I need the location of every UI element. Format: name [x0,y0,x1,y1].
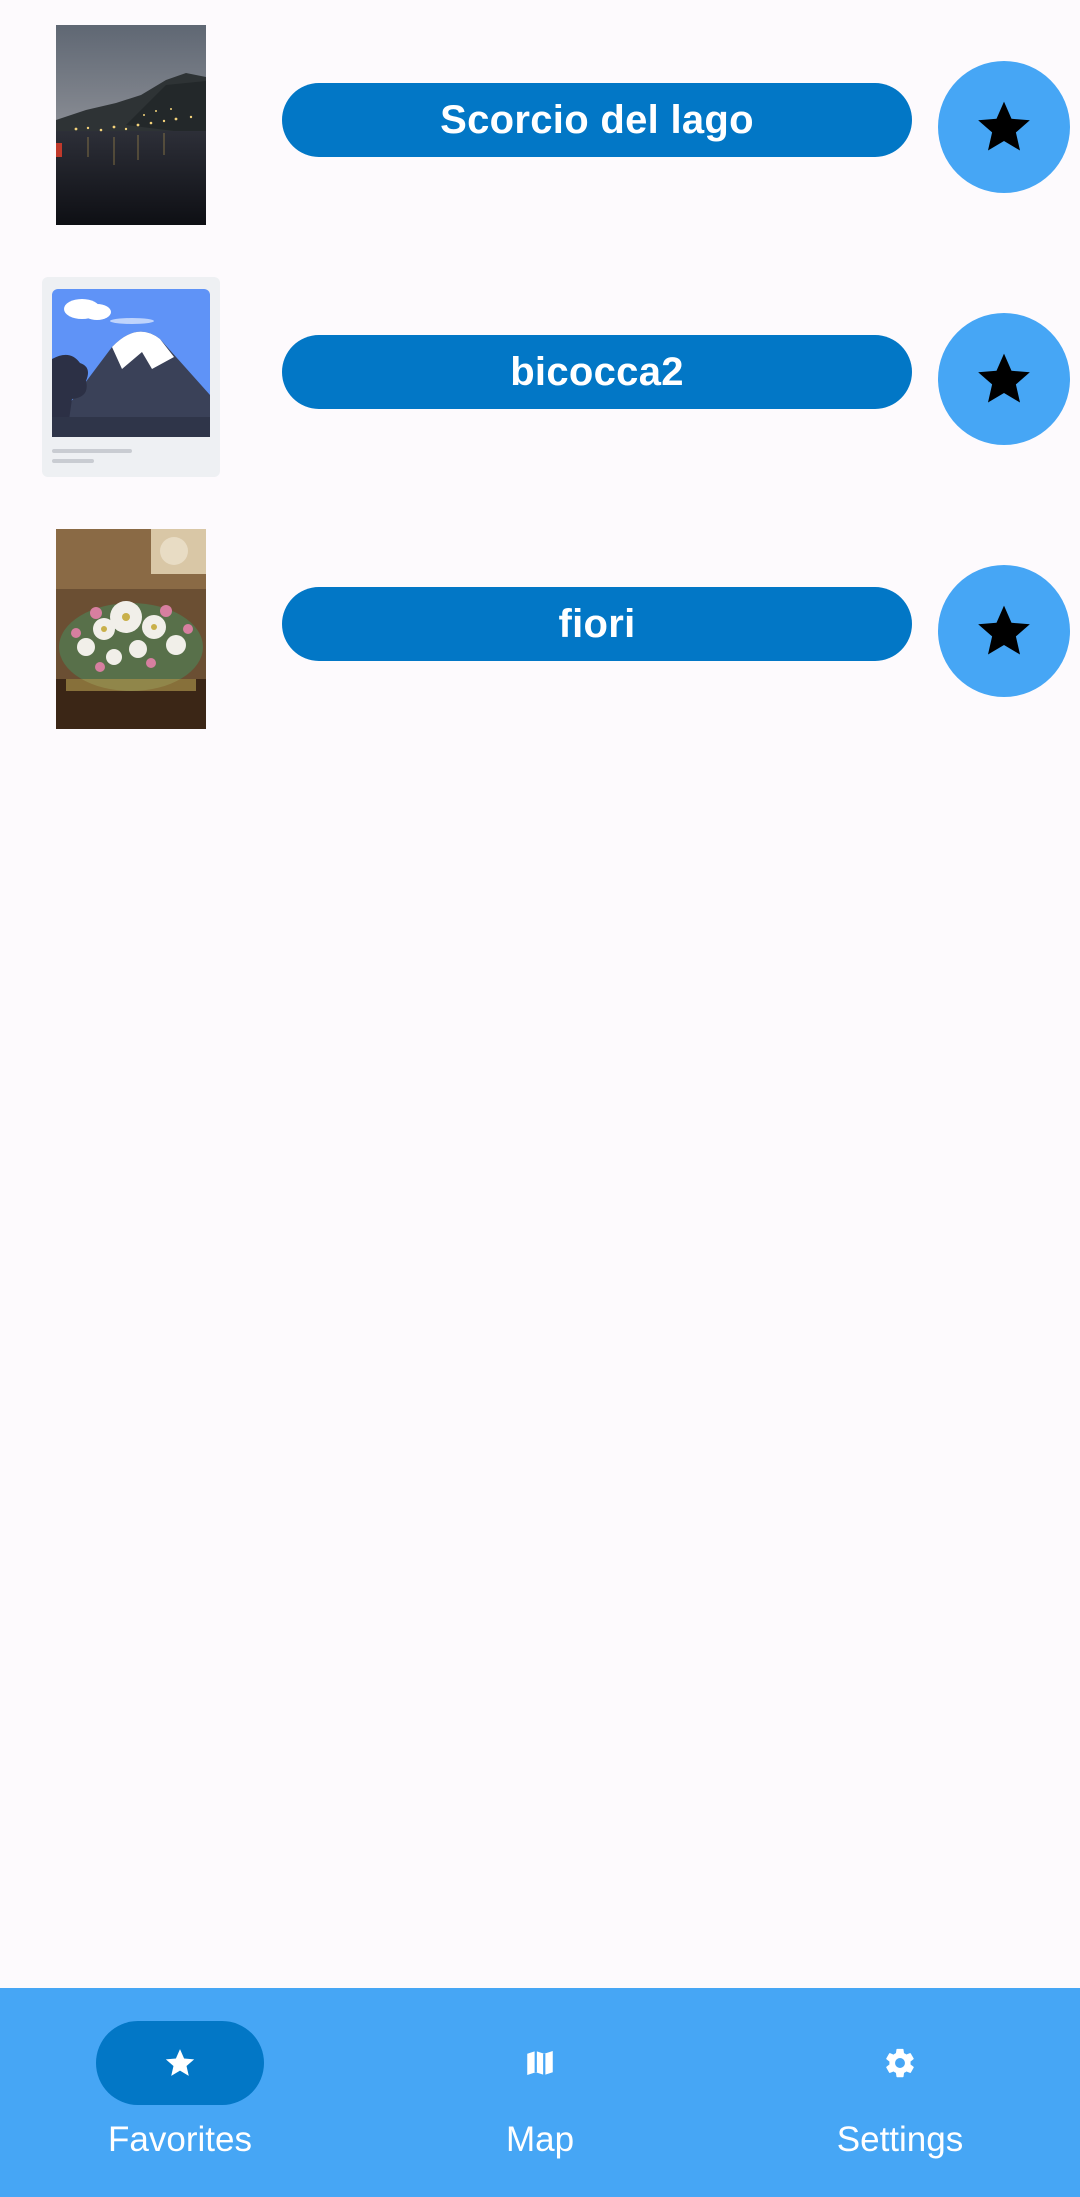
nav-item-map[interactable]: Map [360,1988,720,2197]
star-icon [978,353,1030,403]
favorite-title-button[interactable]: fiori [282,587,912,661]
star-icon [978,605,1030,655]
star-icon [165,2049,195,2076]
favorite-item: fiori [0,529,1080,729]
favorite-title: fiori [558,601,636,646]
bottom-navigation-bar: Favorites Map Settings [0,1988,1080,2197]
flowers-photo-thumbnail[interactable] [56,529,206,729]
lake-photo-thumbnail[interactable] [56,25,206,225]
favorite-title-button[interactable]: Scorcio del lago [282,83,912,157]
nav-icon-container [456,2021,624,2105]
nav-item-settings[interactable]: Settings [720,1988,1080,2197]
gear-icon [886,2048,914,2078]
nav-label: Map [505,2120,575,2159]
nav-label: Settings [836,2120,964,2159]
nav-active-indicator [96,2021,264,2105]
favorite-toggle-button[interactable] [938,61,1070,193]
favorite-item: Scorcio del lago [0,25,1080,225]
nav-icon-container [816,2021,984,2105]
favorite-toggle-button[interactable] [938,313,1070,445]
favorite-title-button[interactable]: bicocca2 [282,335,912,409]
favorite-item: bicocca2 [0,277,1080,477]
star-icon [978,101,1030,151]
placeholder-thumbnail[interactable] [42,277,220,477]
map-icon [527,2050,553,2076]
favorite-toggle-button[interactable] [938,565,1070,697]
favorite-title: bicocca2 [510,349,684,394]
nav-item-favorites[interactable]: Favorites [0,1988,360,2197]
favorite-title: Scorcio del lago [440,97,754,142]
nav-label: Favorites [108,2120,252,2159]
